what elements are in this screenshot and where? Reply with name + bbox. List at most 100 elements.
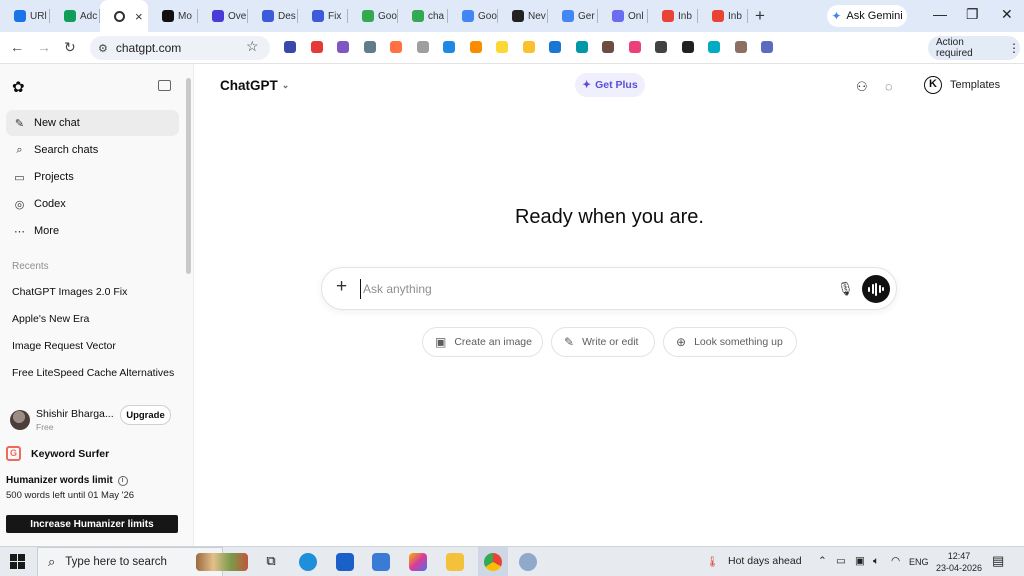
chevron-up-icon[interactable]: ⌃	[818, 555, 827, 567]
recent-chat-item[interactable]: Free LiteSpeed Cache Alternatives	[12, 367, 174, 379]
recent-chat-item[interactable]: ChatGPT Images 2.0 Fix	[12, 286, 127, 298]
back-icon[interactable]: ←	[10, 39, 24, 55]
extension-icon[interactable]	[681, 41, 694, 53]
speaker-icon[interactable]: 🔈︎	[873, 555, 879, 568]
site-info-icon[interactable]: ⚙	[98, 42, 108, 55]
edge-icon[interactable]	[299, 553, 317, 571]
browser-tab[interactable]: URl	[0, 0, 50, 32]
temporary-chat-icon[interactable]: ◌	[885, 79, 893, 94]
browser-tab[interactable]: Ove	[198, 0, 248, 32]
browser-tab[interactable]: Fix	[298, 0, 348, 32]
sidebar-item-codex[interactable]: ◎ Codex	[6, 191, 179, 217]
sidebar-item-projects[interactable]: ▭ Projects	[6, 164, 179, 190]
task-view-icon[interactable]: ⧉	[262, 553, 280, 571]
recent-chat-item[interactable]: Apple's New Era	[12, 313, 89, 325]
sidebar-toggle-icon[interactable]	[158, 80, 171, 91]
extension-icon[interactable]	[522, 41, 535, 53]
browser-tab[interactable]: Onl	[598, 0, 648, 32]
browser-tab[interactable]: Goo	[448, 0, 498, 32]
avatar[interactable]	[10, 410, 30, 430]
chatgpt-logo-icon[interactable]: ✿	[12, 78, 25, 96]
profile[interactable]: Shishir Bharga... Free Upgrade	[10, 404, 180, 436]
extension-icon[interactable]	[310, 41, 323, 53]
bookmark-star-icon[interactable]: ☆	[246, 38, 259, 55]
extension-icon[interactable]	[416, 41, 429, 53]
language-indicator[interactable]: ENG	[909, 557, 929, 567]
extension-icon[interactable]	[602, 41, 614, 53]
extension-icon[interactable]	[575, 41, 588, 53]
extension-icon[interactable]	[390, 41, 402, 53]
copilot-icon[interactable]	[409, 553, 427, 571]
sidebar: ✿ ✎ New chat ⌕ Search chats ▭ Projects ◎ Codex ⋯…	[0, 64, 194, 546]
browser-tab[interactable]: ×	[100, 0, 148, 32]
extension-icon[interactable]	[628, 41, 641, 53]
ask-gemini-button[interactable]: ✦ Ask Gemini	[827, 5, 907, 27]
extension-icon[interactable]	[443, 41, 455, 53]
chip-create-image[interactable]: ▣ Create an image	[422, 327, 543, 357]
templates-icon[interactable]: K	[924, 76, 942, 94]
increase-humanizer-button[interactable]: Increase Humanizer limits	[6, 515, 178, 533]
microphone-icon[interactable]: 🎙︎	[837, 281, 854, 297]
voice-mode-button[interactable]	[862, 275, 890, 303]
browser-tab[interactable]: Ger	[548, 0, 598, 32]
chrome-icon[interactable]	[484, 553, 502, 571]
sidebar-item-more[interactable]: ⋯ More	[6, 218, 179, 244]
extension-icon[interactable]	[761, 41, 773, 53]
templates-button[interactable]: Templates	[950, 79, 1000, 91]
clock[interactable]: 12:47 23-04-2026	[936, 550, 982, 574]
chip-look-up[interactable]: ⊕ Look something up	[663, 327, 797, 357]
thermometer-icon[interactable]: 🌡︎	[706, 555, 719, 568]
wifi-icon[interactable]: ◠	[891, 555, 900, 567]
plus-icon[interactable]: +	[336, 276, 347, 298]
recent-chat-item[interactable]: Image Request Vector	[12, 340, 116, 352]
outlook-icon[interactable]	[336, 553, 354, 571]
browser-tab[interactable]: Mo	[148, 0, 198, 32]
prompt-input[interactable]	[360, 279, 790, 299]
action-required-button[interactable]: Action required ⋮	[928, 36, 1020, 60]
browser-tab[interactable]: Nev	[498, 0, 548, 32]
extension-icon[interactable]	[708, 41, 720, 53]
windows-start-icon[interactable]	[10, 554, 25, 569]
sidebar-item-label: Projects	[34, 171, 74, 183]
keyword-surfer[interactable]: G Keyword Surfer	[6, 446, 109, 461]
extension-icon[interactable]	[734, 41, 747, 53]
get-plus-button[interactable]: ✦ Get Plus	[575, 73, 645, 97]
restore-icon[interactable]: ❐	[966, 6, 979, 23]
extension-icon[interactable]	[496, 41, 508, 53]
browser-tab[interactable]: Des	[248, 0, 298, 32]
app-icon[interactable]	[519, 553, 537, 571]
display-icon[interactable]: ▣	[855, 555, 865, 567]
upgrade-button[interactable]: Upgrade	[120, 405, 171, 425]
extension-icon[interactable]	[469, 41, 482, 53]
file-explorer-icon[interactable]	[446, 553, 464, 571]
browser-tab[interactable]: Goo	[348, 0, 398, 32]
chip-label: Write or edit	[582, 336, 639, 348]
address-bar[interactable]: ⚙ chatgpt.com	[90, 36, 270, 60]
close-tab-icon[interactable]: ×	[135, 9, 143, 24]
sidebar-scrollbar[interactable]	[186, 78, 191, 274]
extension-icon[interactable]	[337, 41, 349, 53]
browser-tab[interactable]: cha	[398, 0, 448, 32]
forward-icon[interactable]: →	[37, 39, 51, 55]
new-tab-button[interactable]: +	[748, 6, 772, 26]
reload-icon[interactable]: ↻	[64, 39, 76, 56]
battery-icon[interactable]: ▭	[836, 555, 846, 567]
browser-tab[interactable]: Inb	[698, 0, 748, 32]
extension-icon[interactable]	[363, 41, 376, 53]
store-icon[interactable]	[372, 553, 390, 571]
chip-write-edit[interactable]: ✎ Write or edit	[551, 327, 655, 357]
notification-icon[interactable]: ▤	[992, 553, 1004, 569]
sidebar-item-search-chats[interactable]: ⌕ Search chats	[6, 137, 179, 163]
extension-icon[interactable]	[655, 41, 667, 53]
browser-tab[interactable]: Inb	[648, 0, 698, 32]
browser-tab[interactable]: Adc	[50, 0, 100, 32]
sidebar-item-new-chat[interactable]: ✎ New chat	[6, 110, 179, 136]
extension-icon[interactable]	[549, 41, 561, 53]
minimize-icon[interactable]: —	[933, 6, 947, 22]
weather-text[interactable]: Hot days ahead	[728, 555, 802, 567]
model-selector[interactable]: ChatGPT ⌄	[220, 78, 289, 93]
extension-icon[interactable]	[284, 41, 296, 53]
add-people-icon[interactable]: ⚇	[856, 79, 868, 95]
info-icon[interactable]: i	[117, 475, 128, 486]
close-window-icon[interactable]: ✕	[1001, 6, 1013, 23]
